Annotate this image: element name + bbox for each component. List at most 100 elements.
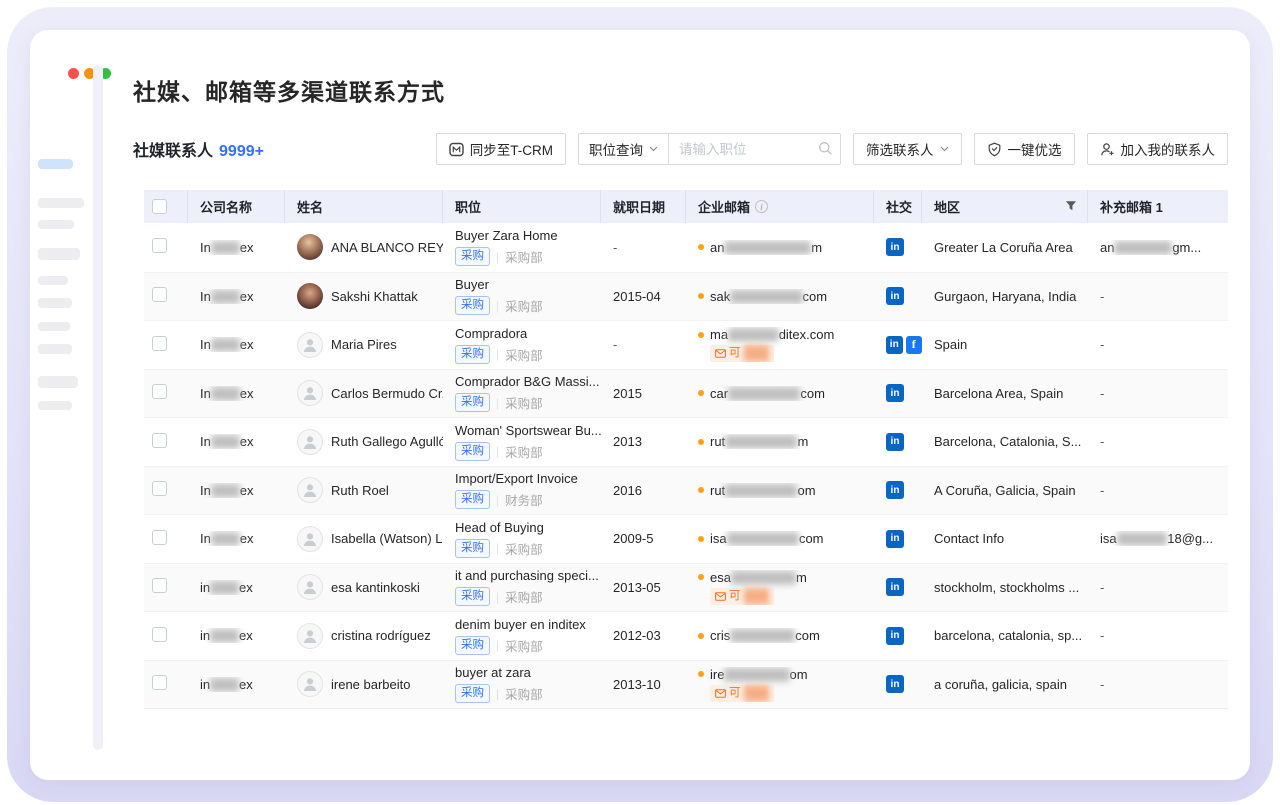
facebook-icon[interactable]: f bbox=[906, 336, 923, 354]
redacted-text: ooooooo bbox=[1117, 531, 1168, 546]
table-row[interactable]: InooooexSakshi KhattakBuyer采购|采购部2015-04… bbox=[144, 272, 1228, 321]
sidebar-item[interactable] bbox=[38, 401, 72, 410]
sidebar-item[interactable] bbox=[38, 276, 68, 285]
redacted-text: oooooooooo bbox=[727, 531, 799, 546]
cell-company: inooooex bbox=[188, 580, 285, 595]
add-to-my-contacts-button[interactable]: 加入我的联系人 bbox=[1087, 133, 1229, 165]
linkedin-icon[interactable]: in bbox=[886, 481, 904, 499]
linkedin-icon[interactable]: in bbox=[886, 433, 904, 451]
row-checkbox[interactable] bbox=[152, 675, 167, 690]
cell-extra-email: isaooooooo18@g... bbox=[1088, 531, 1228, 546]
window-controls bbox=[68, 68, 111, 79]
position-input[interactable] bbox=[669, 133, 841, 165]
email-text: isaoooooooooocom bbox=[710, 531, 824, 546]
linkedin-icon[interactable]: in bbox=[886, 238, 904, 256]
social-icons: in bbox=[886, 627, 922, 645]
linkedin-icon[interactable]: in bbox=[886, 287, 904, 305]
table-row[interactable]: inooooexesa kantinkoskiit and purchasing… bbox=[144, 563, 1228, 612]
email-line: sakoooooooooocom bbox=[698, 289, 874, 304]
table-row[interactable]: InooooexANA BLANCO REYBuyer Zara Home采购|… bbox=[144, 223, 1228, 272]
company-prefix: In bbox=[200, 483, 211, 498]
cell-extra-email: anoooooooogm... bbox=[1088, 240, 1228, 255]
cell-company: Inooooex bbox=[188, 240, 285, 255]
sidebar-item[interactable] bbox=[38, 322, 70, 331]
email-suffix: com bbox=[795, 628, 820, 643]
sidebar-item[interactable] bbox=[38, 220, 74, 229]
table-row[interactable]: InooooexCarlos Bermudo Cr...Comprador B&… bbox=[144, 369, 1228, 418]
table-row[interactable]: InooooexRuth Gallego AgullóWoman' Sports… bbox=[144, 417, 1228, 466]
cell-name: Ruth Roel bbox=[285, 477, 443, 503]
linkedin-icon[interactable]: in bbox=[886, 675, 904, 693]
sidebar-item[interactable] bbox=[38, 376, 78, 388]
column-header-company: 公司名称 bbox=[188, 190, 285, 223]
cell-name: Isabella (Watson) L... bbox=[285, 526, 443, 552]
linkedin-icon[interactable]: in bbox=[886, 336, 903, 354]
row-checkbox[interactable] bbox=[152, 578, 167, 593]
company-suffix: ex bbox=[240, 386, 254, 401]
one-click-optimize-button[interactable]: 一键优选 bbox=[974, 133, 1075, 165]
sidebar-item[interactable] bbox=[38, 298, 72, 308]
row-checkbox[interactable] bbox=[152, 384, 167, 399]
redacted-text: oooooooo bbox=[1114, 240, 1172, 255]
sidebar-item-active[interactable] bbox=[38, 159, 73, 169]
table-row[interactable]: inooooexirene barbeitobuyer at zara采购|采购… bbox=[144, 660, 1228, 709]
linkedin-icon[interactable]: in bbox=[886, 530, 904, 548]
cell-region: stockholm, stockholms ... bbox=[922, 580, 1088, 595]
row-checkbox[interactable] bbox=[152, 627, 167, 642]
deliverable-badge: 可oooo bbox=[710, 685, 774, 702]
company-suffix: ex bbox=[240, 337, 254, 352]
redacted-text: oooo bbox=[744, 685, 770, 702]
social-icons: in bbox=[886, 675, 922, 693]
table-row[interactable]: InooooexRuth RoelImport/Export Invoice采购… bbox=[144, 466, 1228, 515]
sidebar-item[interactable] bbox=[38, 198, 84, 208]
linkedin-icon[interactable]: in bbox=[886, 578, 904, 596]
search-icon[interactable] bbox=[818, 141, 833, 156]
cell-name: Maria Pires bbox=[285, 332, 443, 358]
company-suffix: ex bbox=[240, 483, 254, 498]
cell-region: A Coruña, Galicia, Spain bbox=[922, 483, 1088, 498]
row-checkbox[interactable] bbox=[152, 433, 167, 448]
column-label: 就职日期 bbox=[613, 197, 665, 216]
sidebar-item[interactable] bbox=[38, 248, 80, 260]
position-query-select[interactable]: 职位查询 bbox=[578, 133, 669, 165]
company-prefix: In bbox=[200, 337, 211, 352]
close-window-icon[interactable] bbox=[68, 68, 79, 79]
cell-extra-email: - bbox=[1088, 483, 1228, 498]
row-checkbox[interactable] bbox=[152, 287, 167, 302]
cell-email: rutoooooooooom bbox=[686, 434, 874, 449]
email-status-dot-icon bbox=[698, 633, 704, 639]
procurement-tag: 采购 bbox=[455, 587, 490, 606]
linkedin-icon[interactable]: in bbox=[886, 627, 904, 645]
redacted-text: oooo bbox=[211, 483, 240, 498]
row-checkbox[interactable] bbox=[152, 238, 167, 253]
social-icons: in bbox=[886, 433, 922, 451]
table-row[interactable]: InooooexIsabella (Watson) L...Head of Bu… bbox=[144, 514, 1228, 563]
sync-tcrm-button[interactable]: 同步至T-CRM bbox=[436, 133, 566, 165]
position-title: Buyer Zara Home bbox=[455, 228, 601, 244]
sidebar-item[interactable] bbox=[38, 344, 72, 354]
row-checkbox[interactable] bbox=[152, 530, 167, 545]
redacted-text: ooooooooo bbox=[731, 570, 796, 585]
cell-email: maoooooooditex.com可oooo bbox=[686, 327, 874, 362]
email-line: crisooooooooocom bbox=[698, 628, 874, 643]
position-title: Head of Buying bbox=[455, 520, 601, 536]
cell-email: sakoooooooooocom bbox=[686, 289, 874, 304]
deliverable-badge: 可oooo bbox=[710, 588, 774, 605]
contacts-count: 9999+ bbox=[219, 143, 264, 160]
avatar-placeholder-icon bbox=[297, 574, 323, 600]
row-checkbox[interactable] bbox=[152, 336, 167, 351]
tag-separator: | bbox=[496, 493, 499, 507]
redacted-text: oooo bbox=[211, 434, 240, 449]
table-row[interactable]: InooooexMaria PiresCompradora采购|采购部-maoo… bbox=[144, 320, 1228, 369]
select-all-checkbox[interactable] bbox=[152, 199, 167, 214]
redacted-text: oooooooooo bbox=[728, 386, 800, 401]
row-checkbox[interactable] bbox=[152, 481, 167, 496]
cell-social: inf bbox=[874, 336, 922, 354]
filter-funnel-icon[interactable] bbox=[1065, 200, 1077, 212]
cell-extra-email: - bbox=[1088, 434, 1228, 449]
email-suffix: com bbox=[803, 289, 828, 304]
linkedin-icon[interactable]: in bbox=[886, 384, 904, 402]
table-row[interactable]: inooooexcristina rodríguezdenim buyer en… bbox=[144, 611, 1228, 660]
info-icon[interactable]: i bbox=[755, 200, 768, 213]
filter-contacts-button[interactable]: 筛选联系人 bbox=[853, 133, 962, 165]
